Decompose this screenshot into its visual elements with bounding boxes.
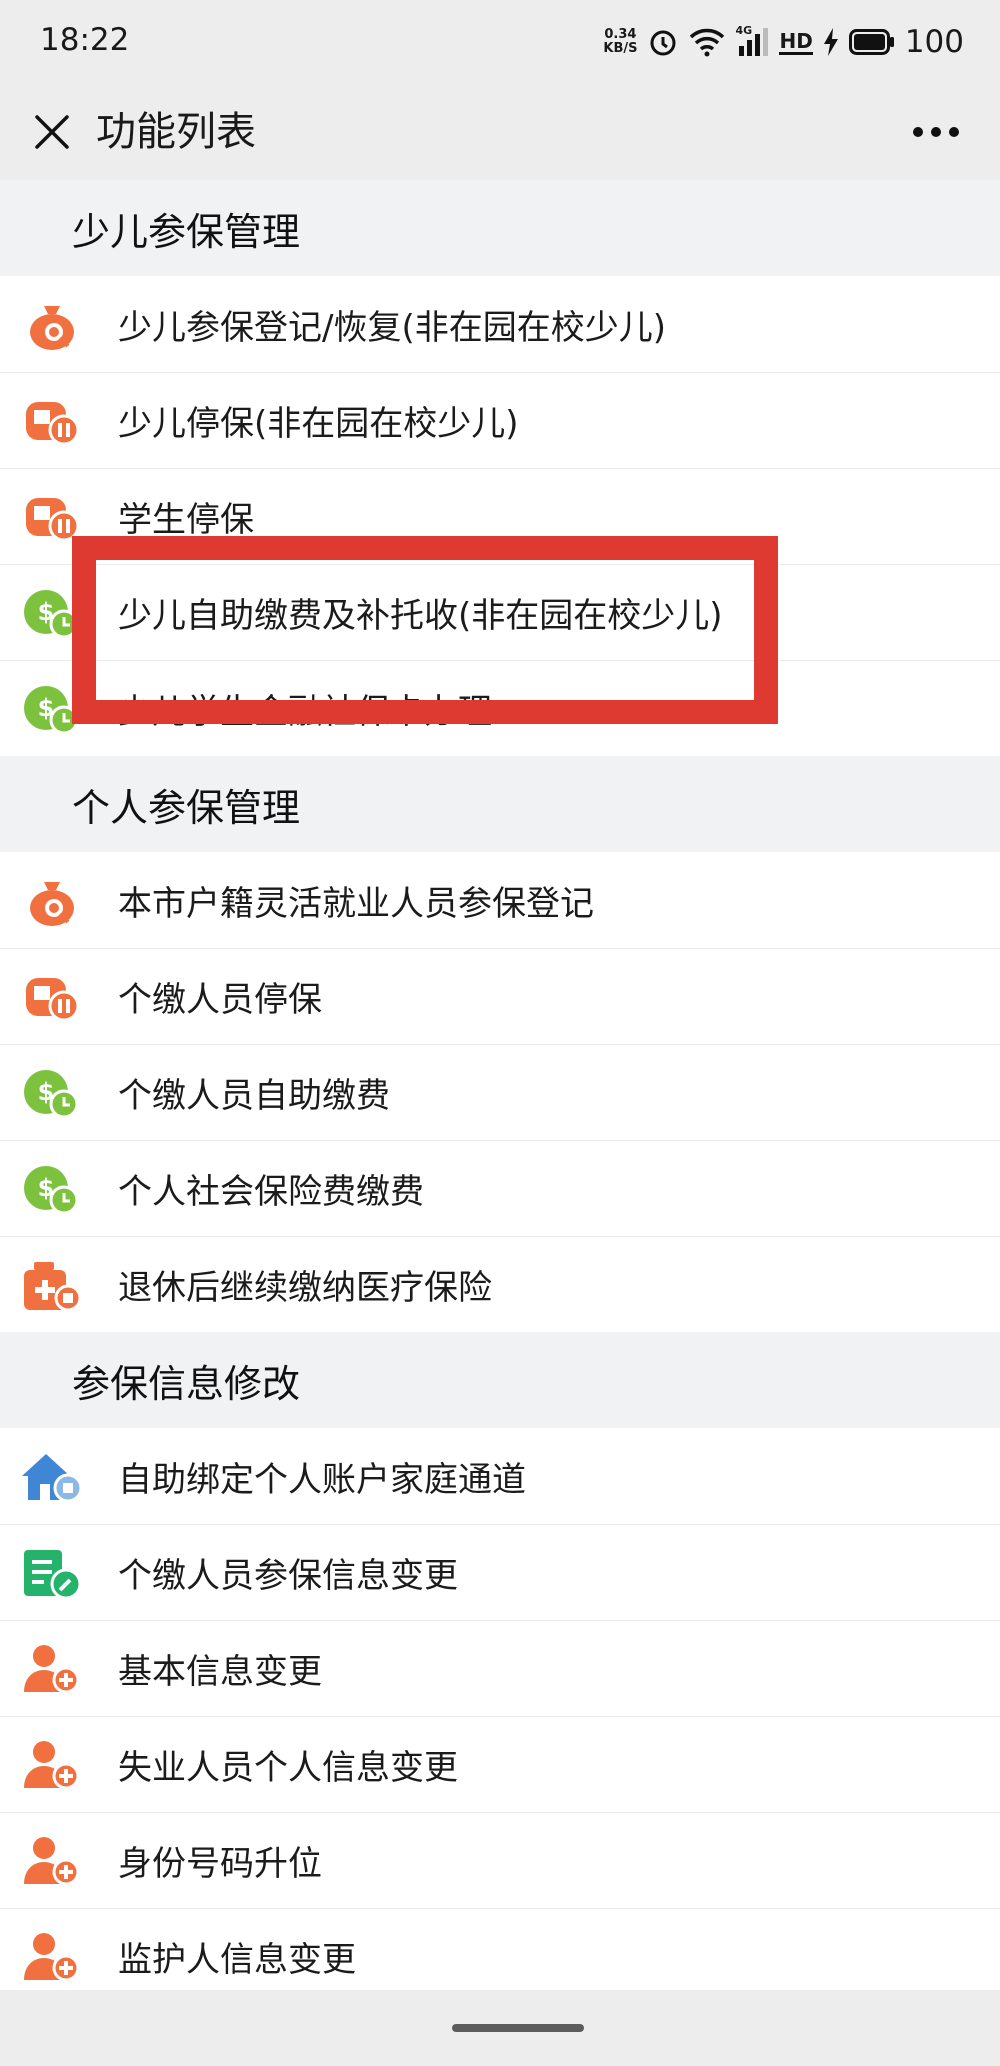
pause-insurance-icon — [26, 402, 80, 446]
net-speed-value: 0.34 — [604, 27, 637, 42]
list-item[interactable]: 基本信息变更 — [0, 1620, 1000, 1716]
status-icons: 0.34 KB/S 4G HD 100 — [603, 20, 964, 64]
net-speed-unit: KB/S — [603, 41, 638, 56]
hd-icon: HD — [779, 28, 813, 55]
list-item[interactable]: $ 少儿自助缴费及补托收(非在园在校少儿) — [0, 564, 1000, 660]
list-item-label: 学生停保 — [118, 499, 254, 540]
list-item[interactable]: 个缴人员参保信息变更 — [0, 1524, 1000, 1620]
list-item-label: 个人社会保险费缴费 — [118, 1171, 424, 1212]
pause-insurance-icon — [26, 978, 80, 1022]
list-item-label: 退休后继续缴纳医疗保险 — [118, 1267, 492, 1308]
list-item[interactable]: 少儿参保登记/恢复(非在园在校少儿) — [0, 276, 1000, 372]
list-item[interactable]: 失业人员个人信息变更 — [0, 1716, 1000, 1812]
user-settings-icon — [24, 1645, 80, 1694]
list-item-label: 本市户籍灵活就业人员参保登记 — [118, 883, 594, 924]
close-icon — [35, 115, 69, 149]
coin-clock-icon: $ — [24, 1070, 79, 1119]
list-item-label: 自助绑定个人账户家庭通道 — [118, 1459, 526, 1500]
medical-kit-icon — [24, 1262, 82, 1312]
list-item-label: 少儿学生金融社保卡办理 — [118, 691, 492, 732]
status-bar: 18:22 0.34 KB/S 4G HD 100 — [0, 0, 1000, 84]
list-item[interactable]: 退休后继续缴纳医疗保险 — [0, 1236, 1000, 1332]
battery-level: 100 — [904, 24, 964, 60]
section-list-info-change: 自助绑定个人账户家庭通道 个缴人员参保信息变更 基本信息变更 失业人员个人信息变… — [0, 1428, 1000, 2004]
section-header-personal-insurance: 个人参保管理 — [0, 756, 1000, 852]
list-item[interactable]: $ 少儿学生金融社保卡办理 — [0, 660, 1000, 756]
list-item[interactable]: 本市户籍灵活就业人员参保登记 — [0, 852, 1000, 948]
list-item[interactable]: $ 个人社会保险费缴费 — [0, 1140, 1000, 1236]
section-header-child-insurance: 少儿参保管理 — [0, 180, 1000, 276]
list-item-label: 少儿停保(非在园在校少儿) — [118, 403, 519, 444]
more-button[interactable] — [896, 102, 976, 162]
list-item[interactable]: 自助绑定个人账户家庭通道 — [0, 1428, 1000, 1524]
signal-icon: 4G — [735, 24, 769, 58]
nav-bar: 功能列表 — [0, 84, 1000, 180]
more-icon — [913, 127, 959, 137]
list-item-label: 个缴人员自助缴费 — [118, 1075, 390, 1116]
pause-insurance-icon — [26, 498, 80, 542]
list-item[interactable]: 身份号码升位 — [0, 1812, 1000, 1908]
list-item-label: 监护人信息变更 — [118, 1939, 356, 1980]
home-bar — [0, 1990, 1000, 2066]
user-settings-icon — [24, 1837, 80, 1886]
network-speed: 0.34 KB/S — [603, 28, 637, 56]
list-item[interactable]: 学生停保 — [0, 468, 1000, 564]
function-list: 少儿参保管理 少儿参保登记/恢复(非在园在校少儿) 少儿停保(非在园在校少儿) — [0, 180, 1000, 2004]
coin-clock-icon: $ — [24, 1166, 79, 1215]
list-item-label: 个缴人员停保 — [118, 979, 322, 1020]
user-settings-icon — [24, 1933, 80, 1982]
alarm-icon — [650, 30, 676, 56]
close-button[interactable] — [22, 102, 82, 162]
home-indicator[interactable] — [452, 2024, 584, 2032]
coin-clock-icon: $ — [24, 686, 79, 735]
house-icon — [22, 1454, 83, 1503]
list-item-label: 少儿参保登记/恢复(非在园在校少儿) — [118, 307, 666, 348]
list-item-label: 基本信息变更 — [118, 1651, 322, 1692]
money-bag-icon — [30, 306, 74, 350]
wifi-icon — [690, 28, 725, 57]
edit-form-icon — [24, 1550, 82, 1600]
section-header-info-change: 参保信息修改 — [0, 1332, 1000, 1428]
page-title: 功能列表 — [96, 109, 256, 155]
section-list-personal-insurance: 本市户籍灵活就业人员参保登记 个缴人员停保 $ 个缴人员自助缴费 $ 个人社会保… — [0, 852, 1000, 1332]
charging-icon — [823, 28, 838, 56]
list-item-label: 身份号码升位 — [118, 1843, 322, 1884]
list-item[interactable]: $ 个缴人员自助缴费 — [0, 1044, 1000, 1140]
section-list-child-insurance: 少儿参保登记/恢复(非在园在校少儿) 少儿停保(非在园在校少儿) 学生停保 $ … — [0, 276, 1000, 756]
list-item[interactable]: 个缴人员停保 — [0, 948, 1000, 1044]
coin-clock-icon: $ — [24, 590, 79, 639]
list-item-label: 失业人员个人信息变更 — [118, 1747, 458, 1788]
status-time: 18:22 — [40, 22, 130, 58]
money-bag-icon — [30, 882, 74, 926]
user-settings-icon — [24, 1741, 80, 1790]
list-item-label: 个缴人员参保信息变更 — [118, 1555, 458, 1596]
battery-icon — [848, 29, 894, 55]
list-item[interactable]: 少儿停保(非在园在校少儿) — [0, 372, 1000, 468]
list-item-label: 少儿自助缴费及补托收(非在园在校少儿) — [118, 595, 723, 636]
